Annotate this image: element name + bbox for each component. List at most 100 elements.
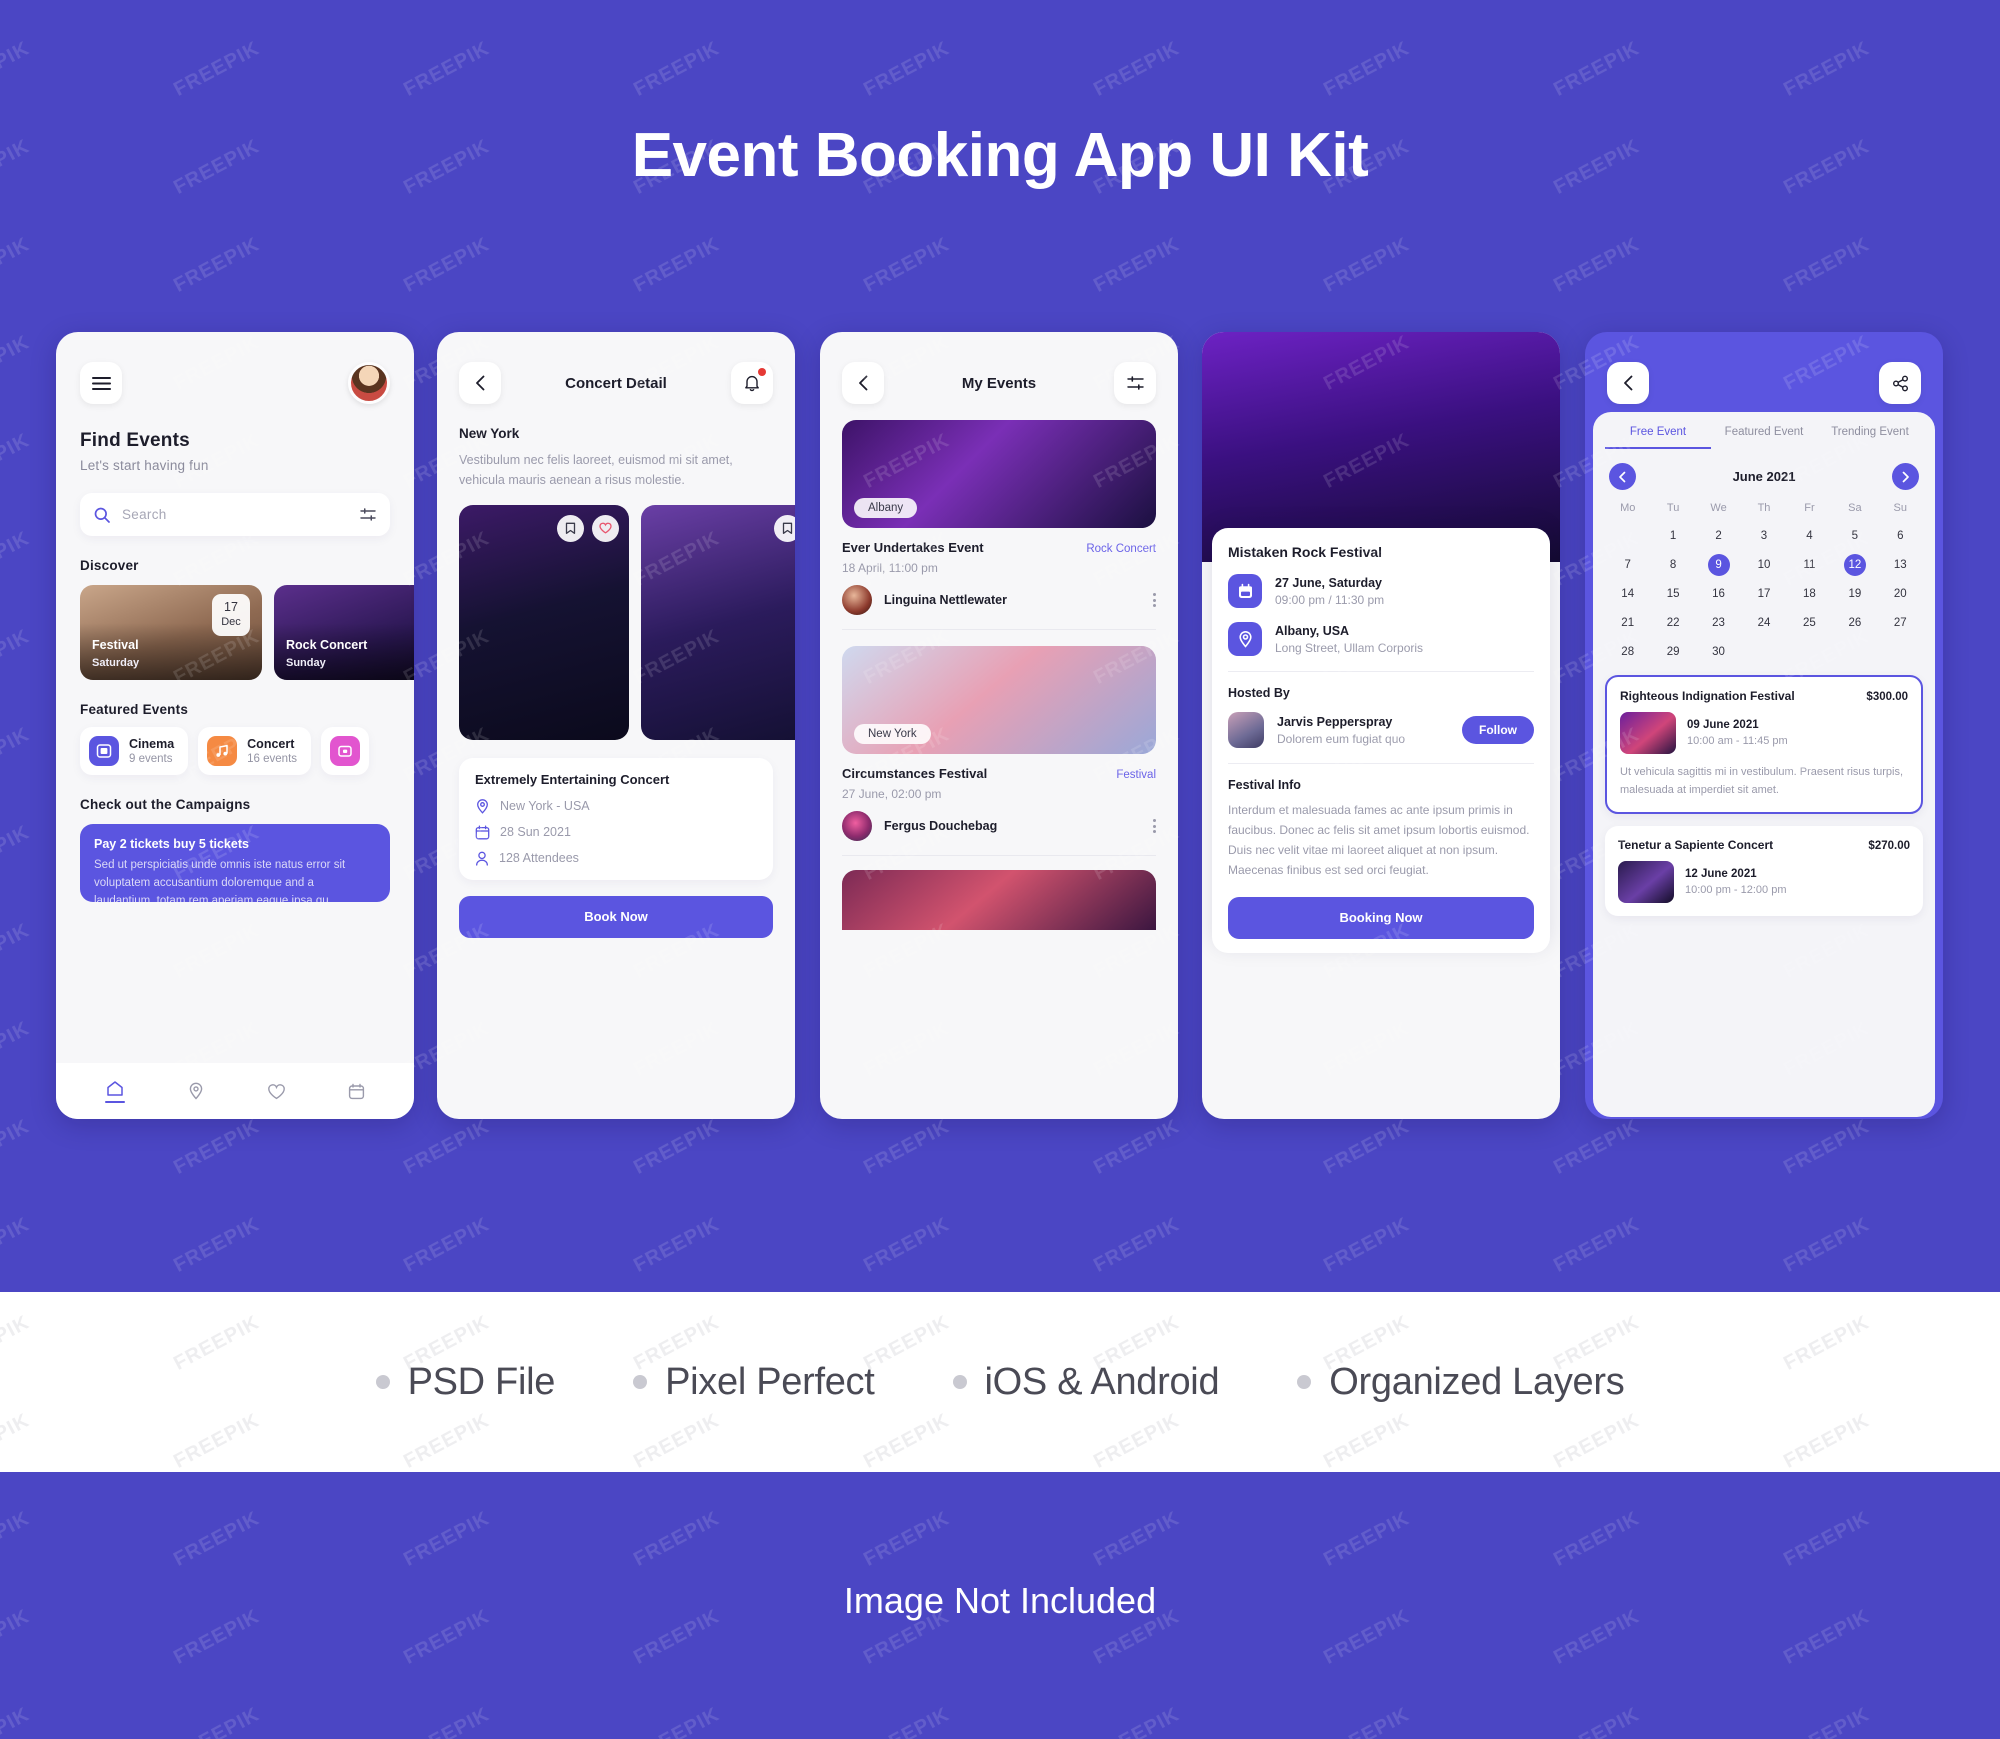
calendar-day[interactable]: 8: [1650, 554, 1695, 576]
calendar-day[interactable]: 16: [1696, 583, 1741, 605]
event-image[interactable]: New York: [842, 646, 1156, 754]
discover-title: Discover: [80, 558, 139, 573]
festival-address: Long Street, Ullam Corporis: [1275, 640, 1424, 655]
event-tag[interactable]: Festival: [1116, 769, 1156, 781]
calendar-day[interactable]: 1: [1650, 525, 1695, 547]
back-button[interactable]: [459, 362, 501, 404]
bookmark-icon[interactable]: [557, 514, 584, 542]
calendar-day[interactable]: 14: [1605, 583, 1650, 605]
calendar-day[interactable]: 7: [1605, 554, 1650, 576]
calendar-day[interactable]: 24: [1741, 612, 1786, 634]
hamburger-icon[interactable]: [80, 362, 122, 404]
calendar-day[interactable]: 9: [1696, 554, 1741, 576]
feature-item: PSD File: [375, 1360, 556, 1404]
discover-card[interactable]: Rock Concert Sunday: [274, 585, 414, 680]
back-button[interactable]: [1607, 362, 1649, 404]
booking-now-button[interactable]: Booking Now: [1228, 896, 1534, 939]
gallery-image[interactable]: [459, 504, 629, 740]
discover-card-title: Festival: [92, 638, 139, 652]
calendar-day[interactable]: 22: [1650, 612, 1695, 634]
back-button[interactable]: [842, 362, 884, 404]
gallery-image[interactable]: [641, 504, 795, 740]
feature-label: PSD File: [407, 1360, 556, 1403]
festival-time: 09:00 pm / 11:30 pm: [1275, 592, 1385, 607]
calendar-day[interactable]: 30: [1696, 641, 1741, 663]
search-input[interactable]: Search: [80, 493, 390, 536]
follow-button[interactable]: Follow: [1462, 716, 1534, 744]
calendar-next-button[interactable]: [1892, 463, 1919, 490]
calendar-day[interactable]: 23: [1696, 612, 1741, 634]
tab-location[interactable]: [187, 1082, 205, 1100]
tab-trending-event[interactable]: Trending Event: [1817, 426, 1923, 449]
calendar-day[interactable]: 18: [1787, 583, 1832, 605]
calendar-day[interactable]: 27: [1878, 612, 1923, 634]
tab-favorites[interactable]: [267, 1083, 286, 1100]
calendar-day[interactable]: 29: [1650, 641, 1695, 663]
tab-featured-event[interactable]: Featured Event: [1711, 426, 1817, 449]
calendar-day[interactable]: 17: [1741, 583, 1786, 605]
bottom-tab-bar[interactable]: [56, 1063, 414, 1119]
person-icon: [475, 851, 489, 866]
divider: [1228, 671, 1534, 672]
calendar-day[interactable]: 10: [1741, 554, 1786, 576]
calendar-grid[interactable]: Mo Tu We Th Fr Sa Su 1 2 3 4 5 6 7 8 9 10 11 12 13 14 15 16 17 1…: [1593, 490, 1935, 663]
featured-category-third[interactable]: [321, 727, 370, 775]
divider: [842, 855, 1156, 856]
calendar-day[interactable]: 20: [1878, 583, 1923, 605]
info-attendees-text: 128 Attendees: [499, 851, 579, 865]
featured-events-row[interactable]: Cinema 9 events Concert 16 events: [56, 717, 414, 775]
featured-events-title: Featured Events: [80, 702, 189, 717]
calendar-day[interactable]: 19: [1832, 583, 1877, 605]
event-card-price: $270.00: [1868, 840, 1910, 853]
featured-category-cinema[interactable]: Cinema 9 events: [80, 727, 189, 775]
bookmark-icon[interactable]: [774, 514, 795, 542]
event-card-highlighted[interactable]: Righteous Indignation Festival $300.00 0…: [1605, 675, 1923, 815]
event-tag[interactable]: Rock Concert: [1086, 543, 1156, 555]
calendar-weekday: We: [1710, 502, 1727, 514]
kebab-menu-icon[interactable]: [1153, 819, 1156, 833]
event-filter-tabs[interactable]: Free Event Featured Event Trending Event: [1593, 412, 1935, 449]
calendar-day[interactable]: 28: [1605, 641, 1650, 663]
calendar-day[interactable]: 5: [1832, 525, 1877, 547]
home-icon: [106, 1080, 124, 1097]
calendar-day[interactable]: 3: [1741, 525, 1786, 547]
calendar-day[interactable]: 12: [1832, 554, 1877, 576]
tab-home[interactable]: [105, 1080, 125, 1103]
discover-carousel[interactable]: 17 Dec Festival Saturday Rock Concert Su…: [56, 573, 414, 680]
calendar-day[interactable]: 21: [1605, 612, 1650, 634]
notifications-button[interactable]: [731, 362, 773, 404]
festival-title: Mistaken Rock Festival: [1228, 544, 1383, 560]
page-heading: Find Events: [80, 430, 190, 451]
filter-sliders-icon[interactable]: [1114, 362, 1156, 404]
tab-free-event[interactable]: Free Event: [1605, 426, 1711, 449]
discover-card[interactable]: 17 Dec Festival Saturday: [80, 585, 262, 680]
kebab-menu-icon[interactable]: [1153, 593, 1156, 607]
image-gallery[interactable]: [437, 491, 795, 740]
info-location: New York - USA: [475, 798, 757, 814]
book-now-button[interactable]: Book Now: [459, 895, 773, 938]
calendar-prev-button[interactable]: [1609, 463, 1636, 490]
event-card[interactable]: Tenetur a Sapiente Concert $270.00 12 Ju…: [1605, 826, 1923, 917]
calendar-day[interactable]: 6: [1878, 525, 1923, 547]
feature-item: iOS & Android: [952, 1361, 1220, 1404]
phone-screen-festival-detail: Mistaken Rock Festival 27 June, Saturday…: [1202, 332, 1560, 1119]
tab-calendar[interactable]: [348, 1083, 365, 1100]
calendar-day[interactable]: 15: [1650, 583, 1695, 605]
calendar-day[interactable]: 25: [1787, 612, 1832, 634]
event-time: 18 April, 11:00 pm: [842, 561, 938, 575]
calendar-day[interactable]: 26: [1832, 612, 1877, 634]
calendar-day[interactable]: 13: [1878, 554, 1923, 576]
avatar[interactable]: [348, 362, 390, 404]
heart-icon[interactable]: [592, 514, 619, 542]
event-image[interactable]: [842, 870, 1156, 930]
share-icon[interactable]: [1879, 362, 1921, 404]
calendar-month-label: June 2021: [1732, 469, 1796, 484]
filter-sliders-icon[interactable]: [360, 507, 376, 522]
campaign-card[interactable]: Pay 2 tickets buy 5 tickets Sed ut persp…: [80, 824, 390, 902]
calendar-day[interactable]: 11: [1787, 554, 1832, 576]
event-image[interactable]: Albany: [842, 420, 1156, 528]
calendar-day[interactable]: 4: [1787, 525, 1832, 547]
hosted-by-label: Hosted By: [1228, 686, 1290, 700]
featured-category-concert[interactable]: Concert 16 events: [198, 727, 312, 775]
calendar-day[interactable]: 2: [1696, 525, 1741, 547]
